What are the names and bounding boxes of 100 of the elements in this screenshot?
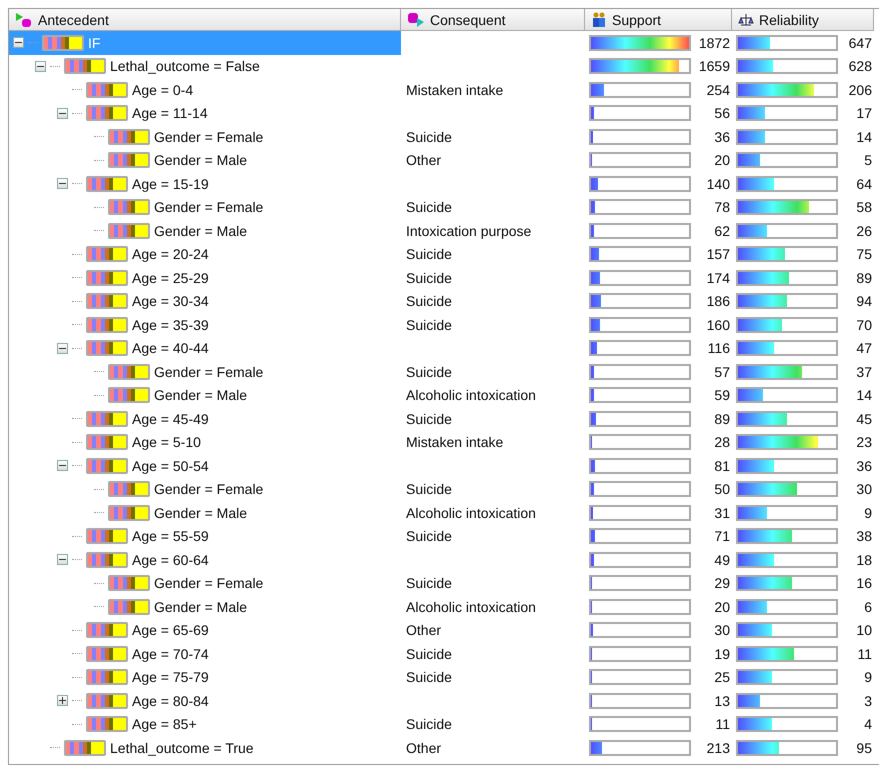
count-text: 30	[713, 622, 731, 638]
tree-row[interactable]: Age = 15-19	[9, 172, 401, 196]
collapse-toggle[interactable]	[57, 342, 68, 354]
stripe-icon	[108, 504, 150, 521]
count-text: 62	[713, 222, 731, 239]
rule-condition: Lethal_outcome = True	[110, 740, 254, 756]
tree-row[interactable]: Gender = Female	[9, 125, 401, 148]
rule-condition: Age = 35-39	[132, 316, 209, 333]
stripe-icon	[108, 222, 150, 239]
collapse-toggle[interactable]	[57, 178, 68, 190]
count-text: 57	[713, 364, 731, 380]
count-text: 9	[863, 669, 873, 686]
count-text: 174	[706, 270, 731, 286]
tree-row[interactable]: Age = 85+	[9, 712, 401, 736]
tree-row[interactable]: Lethal_outcome = True	[9, 736, 401, 760]
rule-condition: Age = 40-44	[132, 340, 209, 356]
rule-condition: Age = 65-69	[132, 622, 209, 638]
rule-condition: Age = 80-84	[132, 692, 209, 709]
collapse-toggle[interactable]	[35, 60, 46, 72]
count-text: 628	[848, 58, 873, 74]
rule-condition: Gender = Female	[154, 128, 264, 145]
stripe-icon	[86, 458, 128, 474]
column-header[interactable]: Consequent	[401, 9, 585, 31]
tree-row[interactable]: Gender = Female	[9, 478, 401, 501]
tree-row[interactable]: Gender = Male	[9, 384, 401, 407]
rule-condition: Gender = Male	[154, 504, 247, 521]
count-text: 47	[855, 340, 873, 356]
consequent-text: Suicide	[406, 528, 452, 544]
tree-row[interactable]: Gender = Female	[9, 196, 401, 219]
tree-row[interactable]: Age = 50-54	[9, 454, 401, 478]
tree-row[interactable]: Gender = Male	[9, 501, 401, 524]
count-text: 160	[706, 316, 731, 333]
count-text: 81	[713, 458, 731, 474]
count-text: 20	[713, 152, 731, 168]
rule-condition: Age = 15-19	[132, 176, 209, 192]
tree-row[interactable]: Gender = Male	[9, 148, 401, 172]
tree-row[interactable]: Age = 5-10	[9, 430, 401, 454]
tree-row[interactable]: Age = 40-44	[9, 336, 401, 360]
count-text: 45	[855, 410, 873, 427]
tree-row[interactable]: Age = 25-29	[9, 266, 401, 290]
tree-row[interactable]: Age = 65-69	[9, 618, 401, 642]
expand-toggle[interactable]	[57, 695, 68, 706]
tree-row[interactable]: Age = 30-34	[9, 290, 401, 313]
tree-row[interactable]: Gender = Female	[9, 360, 401, 384]
count-text: 95	[855, 740, 873, 756]
rule-condition: Age = 45-49	[132, 410, 209, 427]
column-header[interactable]: Antecedent	[9, 9, 401, 31]
consequent-text: Suicide	[406, 716, 452, 732]
tree-row[interactable]: Age = 35-39	[9, 313, 401, 336]
count-text: 647	[848, 34, 873, 51]
tree-row[interactable]: Lethal_outcome = False	[9, 54, 401, 78]
tree-row[interactable]: Gender = Male	[9, 219, 401, 242]
collapse-toggle[interactable]	[57, 108, 68, 119]
stripe-icon	[86, 622, 128, 638]
collapse-toggle[interactable]	[13, 37, 24, 48]
stripe-icon	[86, 716, 128, 732]
count-text: 37	[855, 364, 873, 380]
count-text: 16	[855, 575, 873, 592]
tree-row[interactable]: Age = 60-64	[9, 548, 401, 572]
consequent-text: Alcoholic intoxication	[406, 598, 536, 615]
count-text: 9	[863, 504, 873, 521]
tree-row[interactable]: Age = 55-59	[9, 524, 401, 548]
rule-condition: Gender = Male	[154, 598, 247, 615]
count-text: 5	[863, 152, 873, 168]
rule-condition: Age = 60-64	[132, 552, 209, 568]
collapse-toggle[interactable]	[57, 554, 68, 566]
column-header[interactable]: Reliability	[732, 9, 874, 31]
stripe-icon	[108, 199, 150, 216]
rule-condition: Age = 75-79	[132, 669, 209, 686]
count-text: 157	[706, 246, 731, 262]
consequent-text: Suicide	[406, 246, 452, 262]
consequent-text: Other	[406, 740, 442, 756]
tree-row[interactable]: Age = 45-49	[9, 407, 401, 430]
stripe-icon	[108, 598, 150, 615]
count-text: 29	[713, 575, 731, 592]
column-header[interactable]: Support	[585, 9, 732, 31]
count-text: 49	[713, 552, 731, 568]
rule-condition: Age = 25-29	[132, 270, 209, 286]
consequent-text: Suicide	[406, 293, 452, 310]
collapse-toggle[interactable]	[57, 460, 68, 472]
tree-row[interactable]: Age = 11-14	[9, 102, 401, 125]
rule-condition: Gender = Female	[154, 481, 264, 498]
stripe-icon	[64, 740, 106, 756]
count-text: 17	[855, 105, 873, 122]
stripe-icon	[86, 270, 128, 286]
count-text: 254	[706, 82, 731, 98]
consequent-text: Suicide	[406, 646, 452, 662]
tree-row[interactable]: Age = 75-79	[9, 666, 401, 689]
tree-row[interactable]: Gender = Female	[9, 572, 401, 595]
tree-row[interactable]: Age = 80-84	[9, 689, 401, 712]
tree-row[interactable]: Age = 70-74	[9, 642, 401, 666]
consequent-text: Suicide	[406, 128, 452, 145]
tree-row[interactable]: Gender = Male	[9, 595, 401, 618]
count-text: 10	[855, 622, 873, 638]
consequent-text: Other	[406, 152, 442, 168]
rule-condition: Gender = Male	[154, 152, 247, 168]
count-text: 11	[856, 646, 873, 662]
stripe-icon	[86, 246, 128, 262]
tree-row[interactable]: Age = 20-24	[9, 242, 401, 266]
tree-row[interactable]: Age = 0-4	[9, 78, 401, 102]
